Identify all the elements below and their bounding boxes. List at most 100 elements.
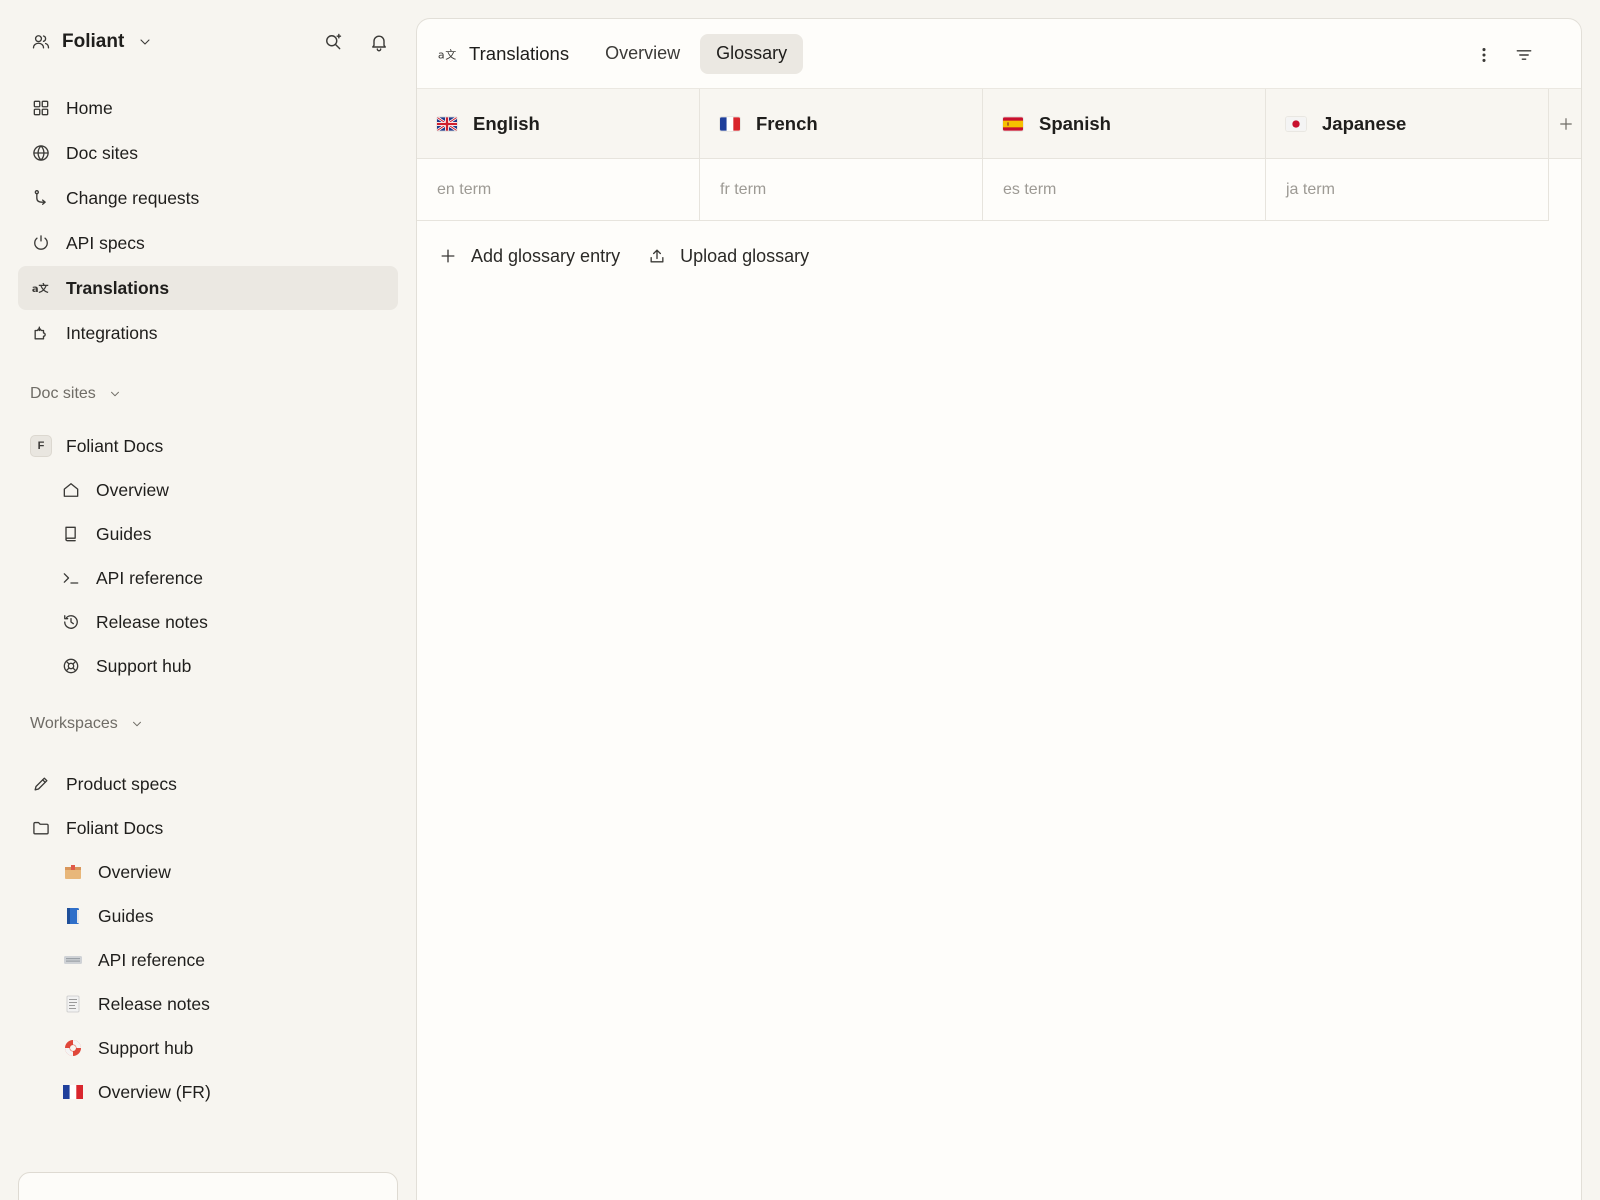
tab-glossary[interactable]: Glossary: [700, 33, 804, 74]
power-icon: [30, 232, 52, 254]
page-label: Support hub: [96, 655, 192, 676]
translate-icon: a文: [437, 43, 459, 65]
table-row: en term fr term es term ja term: [417, 159, 1549, 221]
workspace-product-specs[interactable]: Product specs: [18, 762, 398, 806]
cell-english[interactable]: en term: [417, 159, 700, 221]
page-label: Overview (FR): [98, 1081, 211, 1102]
sidebar-bottom-card[interactable]: [18, 1172, 398, 1200]
nav-item-home[interactable]: Home: [18, 86, 398, 130]
nav-item-integrations[interactable]: Integrations: [18, 311, 398, 355]
column-header-japanese[interactable]: Japanese: [1266, 89, 1549, 159]
book-icon: [60, 523, 82, 545]
plus-icon: [1560, 117, 1572, 130]
workspace-page-release-notes[interactable]: Release notes: [18, 982, 398, 1026]
glossary-table: English French Spanish Japanese en term …: [417, 89, 1549, 221]
main-panel: a文 Translations Overview Glossary Englis…: [416, 18, 1582, 1200]
main-nav: Home Doc sites Change requests API specs…: [18, 86, 398, 356]
svg-text:a: a: [32, 284, 39, 295]
svg-text:文: 文: [445, 47, 456, 61]
column-header-spanish[interactable]: Spanish: [983, 89, 1266, 159]
blue-book-emoji-icon: [62, 905, 84, 927]
flag-gb-icon: [437, 116, 457, 131]
page-label: Guides: [98, 905, 154, 926]
site-badge: F: [30, 435, 52, 457]
page-title: a文 Translations: [437, 43, 569, 65]
page-label: Guides: [96, 523, 152, 544]
section-heading: Workspaces: [30, 715, 118, 732]
nav-item-change-requests[interactable]: Change requests: [18, 176, 398, 220]
flag-fr-icon: [720, 116, 740, 131]
workspace-label: Product specs: [66, 773, 177, 794]
nav-item-translations[interactable]: a文 Translations: [18, 266, 398, 310]
search-button[interactable]: [320, 29, 346, 55]
action-label: Add glossary entry: [471, 245, 621, 266]
column-label: Japanese: [1322, 112, 1407, 134]
column-label: Spanish: [1039, 112, 1111, 134]
doc-site-foliant-docs[interactable]: F Foliant Docs: [18, 424, 398, 468]
workspace-page-api-reference[interactable]: API reference: [18, 938, 398, 982]
tab-overview[interactable]: Overview: [589, 34, 696, 74]
cell-french[interactable]: fr term: [700, 159, 983, 221]
package-emoji-icon: [62, 861, 84, 883]
page-label: Support hub: [98, 1037, 194, 1058]
upload-icon: [646, 245, 668, 267]
workspace-page-guides[interactable]: Guides: [18, 894, 398, 938]
workspace-page-support-hub[interactable]: Support hub: [18, 1026, 398, 1070]
doc-site-page-api-reference[interactable]: API reference: [18, 556, 398, 600]
nav-item-label: Translations: [66, 277, 170, 298]
add-language-column-button[interactable]: [1549, 89, 1581, 159]
cell-japanese[interactable]: ja term: [1266, 159, 1549, 221]
home-icon: [60, 479, 82, 501]
table-header-row: English French Spanish Japanese: [417, 89, 1549, 159]
page-label: Release notes: [96, 611, 208, 632]
page-title-text: Translations: [469, 42, 570, 64]
flag-es-icon: [1003, 116, 1023, 131]
column-header-english[interactable]: English: [417, 89, 700, 159]
doc-sites-section-toggle[interactable]: Doc sites: [30, 382, 126, 406]
workspace-page-overview[interactable]: Overview: [18, 850, 398, 894]
upload-glossary-button[interactable]: Upload glossary: [646, 245, 809, 267]
workspaces-section-toggle[interactable]: Workspaces: [30, 712, 148, 736]
nav-item-label: Home: [66, 97, 113, 118]
more-options-button[interactable]: [1470, 41, 1498, 69]
glossary-actions: Add glossary entry Upload glossary: [437, 245, 809, 267]
doc-site-page-guides[interactable]: Guides: [18, 512, 398, 556]
flag-jp-icon: [1286, 116, 1306, 131]
nav-item-api-specs[interactable]: API specs: [18, 221, 398, 265]
nav-item-doc-sites[interactable]: Doc sites: [18, 131, 398, 175]
doc-site-page-overview[interactable]: Overview: [18, 468, 398, 512]
workspace-label: Foliant Docs: [66, 817, 164, 838]
column-label: French: [756, 112, 818, 134]
nav-item-label: Change requests: [66, 187, 200, 208]
page-label: API reference: [96, 567, 203, 588]
workspace-page-overview-fr[interactable]: Overview (FR): [18, 1070, 398, 1114]
svg-text:文: 文: [39, 282, 50, 295]
filter-button[interactable]: [1510, 41, 1538, 69]
column-label: English: [473, 112, 540, 134]
notifications-button[interactable]: [366, 29, 392, 55]
chevron-down-icon: [126, 713, 148, 735]
add-glossary-entry-button[interactable]: Add glossary entry: [437, 245, 620, 267]
branch-icon: [30, 187, 52, 209]
nav-item-label: Doc sites: [66, 142, 138, 163]
cell-spanish[interactable]: es term: [983, 159, 1266, 221]
grid-icon: [30, 97, 52, 119]
doc-sites-tree: F Foliant Docs Overview Guides API refer…: [18, 424, 398, 688]
bell-icon: [372, 35, 386, 52]
folder-icon: [30, 817, 52, 839]
users-icon: [30, 31, 52, 53]
notepad-emoji-icon: [62, 993, 84, 1015]
chevron-down-icon: [134, 31, 156, 53]
doc-site-page-release-notes[interactable]: Release notes: [18, 600, 398, 644]
org-name: Foliant: [62, 31, 125, 52]
page-header: a文 Translations Overview Glossary: [417, 19, 1581, 89]
flag-fr-icon: [62, 1081, 84, 1103]
translate-icon: a文: [30, 277, 52, 299]
column-header-french[interactable]: French: [700, 89, 983, 159]
sidebar: Foliant Home Doc sites Change requests A…: [0, 0, 416, 1200]
workspace-foliant-docs[interactable]: Foliant Docs: [18, 806, 398, 850]
org-switcher[interactable]: Foliant: [30, 28, 156, 56]
site-name: Foliant Docs: [66, 435, 164, 456]
doc-site-page-support-hub[interactable]: Support hub: [18, 644, 398, 688]
workspaces-tree: Product specs Foliant Docs Overview Guid…: [18, 762, 398, 1114]
